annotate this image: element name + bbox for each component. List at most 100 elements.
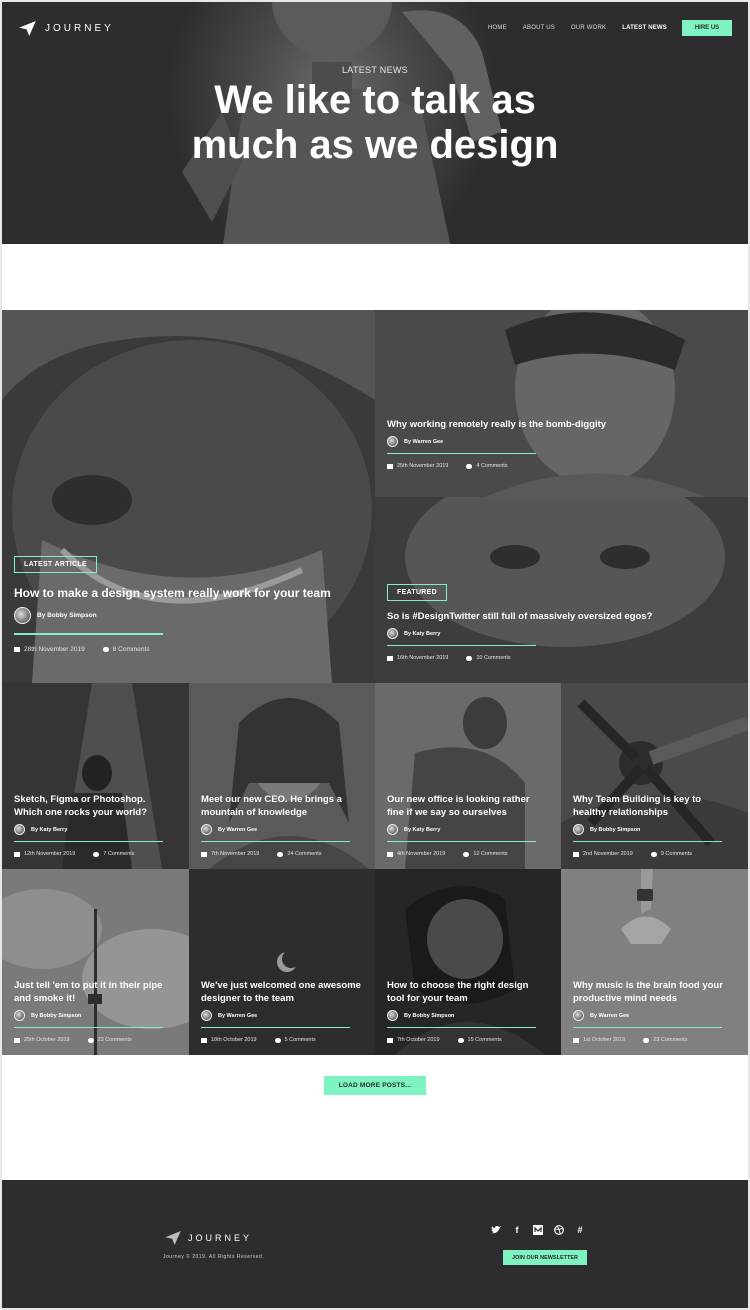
- author-name[interactable]: By Katy Berry: [31, 827, 67, 833]
- avatar: [387, 1010, 398, 1021]
- post-card[interactable]: Our new office is looking rather fine if…: [375, 683, 561, 869]
- avatar: [14, 824, 25, 835]
- post-card-featured-large[interactable]: LATEST ARTICLE How to make a design syst…: [2, 310, 375, 683]
- logo-text: JOURNEY: [45, 23, 114, 34]
- post-meta: 25th November 2019 4 Comments: [387, 463, 734, 469]
- post-title[interactable]: Why music is the brain food your product…: [573, 979, 734, 1005]
- post-title[interactable]: So is #DesignTwitter still full of massi…: [387, 610, 734, 623]
- author-name[interactable]: By Warren Gee: [590, 1013, 629, 1019]
- calendar-icon: [14, 647, 20, 652]
- post-card[interactable]: FEATURED So is #DesignTwitter still full…: [375, 497, 748, 683]
- nav-about-us[interactable]: ABOUT US: [523, 25, 555, 31]
- post-date: 16th November 2019: [397, 655, 449, 661]
- calendar-icon: [387, 463, 393, 469]
- post-comments[interactable]: 9 Comments: [661, 851, 692, 857]
- load-more-button[interactable]: LOAD MORE POSTS...: [324, 1076, 426, 1095]
- post-author: By Warren Gee: [201, 1010, 361, 1021]
- author-name[interactable]: By Bobby Simpson: [590, 827, 640, 833]
- post-title[interactable]: Why working remotely really is the bomb-…: [387, 418, 734, 431]
- post-author: By Bobby Simpson: [14, 607, 361, 624]
- calendar-icon: [201, 851, 207, 857]
- divider: [573, 841, 722, 842]
- hero-eyebrow: LATEST NEWS: [342, 65, 408, 75]
- site-logo[interactable]: JOURNEY: [19, 21, 114, 36]
- author-name[interactable]: By Bobby Simpson: [31, 1013, 81, 1019]
- nav-our-work[interactable]: OUR WORK: [571, 25, 606, 31]
- avatar: [14, 1010, 25, 1021]
- facebook-icon[interactable]: f: [512, 1225, 522, 1235]
- hero: JOURNEY HOME ABOUT US OUR WORK LATEST NE…: [2, 2, 748, 244]
- post-date: 25th October 2019: [24, 1037, 70, 1043]
- nav-home[interactable]: HOME: [488, 25, 507, 31]
- post-card[interactable]: Just tell 'em to put it in their pipe an…: [2, 869, 189, 1055]
- join-newsletter-button[interactable]: JOIN OUR NEWSLETTER: [503, 1250, 587, 1265]
- post-comments[interactable]: 24 Comments: [287, 851, 321, 857]
- post-title[interactable]: Our new office is looking rather fine if…: [387, 793, 547, 819]
- author-name[interactable]: By Katy Berry: [404, 827, 440, 833]
- post-comments[interactable]: 7 Comments: [103, 851, 134, 857]
- twitter-icon[interactable]: [491, 1225, 501, 1235]
- author-name[interactable]: By Warren Gee: [218, 827, 257, 833]
- slack-icon[interactable]: #: [575, 1225, 585, 1235]
- post-meta: 7th October 2019 15 Comments: [387, 1037, 547, 1043]
- post-comments[interactable]: 10 Comments: [476, 655, 510, 661]
- post-comments[interactable]: 8 Comments: [113, 646, 150, 653]
- comment-icon: [87, 1037, 94, 1043]
- post-card[interactable]: How to choose the right design tool for …: [375, 869, 561, 1055]
- post-comments[interactable]: 4 Comments: [476, 463, 507, 469]
- author-name[interactable]: By Katy Berry: [404, 631, 440, 637]
- post-card[interactable]: Why Team Building is key to healthy rela…: [561, 683, 748, 869]
- post-title[interactable]: Meet our new CEO. He brings a mountain o…: [201, 793, 361, 819]
- post-title[interactable]: Sketch, Figma or Photoshop. Which one ro…: [14, 793, 175, 819]
- post-author: By Warren Gee: [387, 436, 734, 447]
- calendar-icon: [387, 655, 393, 661]
- divider: [387, 841, 536, 842]
- post-card[interactable]: Meet our new CEO. He brings a mountain o…: [189, 683, 375, 869]
- post-title[interactable]: Just tell 'em to put it in their pipe an…: [14, 979, 175, 1005]
- footer-logo-text: JOURNEY: [188, 1233, 253, 1243]
- post-card[interactable]: Sketch, Figma or Photoshop. Which one ro…: [2, 683, 189, 869]
- avatar: [387, 436, 398, 447]
- post-meta: 7th November 2019 24 Comments: [201, 851, 361, 857]
- avatar: [201, 824, 212, 835]
- author-name[interactable]: By Warren Gee: [404, 439, 443, 445]
- post-meta: 12th November 2019 7 Comments: [14, 851, 175, 857]
- post-comments[interactable]: 12 Comments: [473, 851, 507, 857]
- post-author: By Bobby Simpson: [387, 1010, 547, 1021]
- dribbble-icon[interactable]: [554, 1225, 564, 1235]
- comment-icon: [274, 1037, 281, 1043]
- post-title[interactable]: Why Team Building is key to healthy rela…: [573, 793, 734, 819]
- author-name[interactable]: By Warren Gee: [218, 1013, 257, 1019]
- hero-title: We like to talk as much as we design: [2, 78, 748, 168]
- post-comments[interactable]: 15 Comments: [468, 1037, 502, 1043]
- divider: [387, 645, 536, 646]
- post-comments[interactable]: 23 Comments: [653, 1037, 687, 1043]
- medium-icon[interactable]: [533, 1225, 543, 1235]
- post-card[interactable]: We've just welcomed one awesome designer…: [189, 869, 375, 1055]
- page: JOURNEY HOME ABOUT US OUR WORK LATEST NE…: [2, 2, 748, 1308]
- post-title[interactable]: How to choose the right design tool for …: [387, 979, 547, 1005]
- post-date: 25th November 2019: [397, 463, 449, 469]
- post-meta: 18th October 2019 5 Comments: [201, 1037, 361, 1043]
- author-name[interactable]: By Bobby Simpson: [37, 612, 97, 619]
- post-meta: 2nd November 2019 9 Comments: [573, 851, 734, 857]
- post-title[interactable]: We've just welcomed one awesome designer…: [201, 979, 361, 1005]
- footer-logo[interactable]: JOURNEY: [165, 1231, 252, 1245]
- avatar: [14, 607, 31, 624]
- comment-icon: [650, 851, 657, 857]
- divider: [14, 841, 163, 842]
- post-card[interactable]: Why music is the brain food your product…: [561, 869, 748, 1055]
- post-meta: 4th November 2019 12 Comments: [387, 851, 547, 857]
- post-card[interactable]: Why working remotely really is the bomb-…: [375, 310, 748, 497]
- nav-latest-news[interactable]: LATEST NEWS: [622, 25, 667, 31]
- divider: [14, 1027, 163, 1028]
- calendar-icon: [201, 1037, 207, 1043]
- post-title[interactable]: How to make a design system really work …: [14, 585, 361, 601]
- post-comments[interactable]: 23 Comments: [98, 1037, 132, 1043]
- post-comments[interactable]: 5 Comments: [285, 1037, 316, 1043]
- comment-icon: [457, 1037, 464, 1043]
- author-name[interactable]: By Bobby Simpson: [404, 1013, 454, 1019]
- divider: [387, 453, 536, 454]
- calendar-icon: [573, 1037, 579, 1043]
- hire-us-button[interactable]: HIRE US: [682, 20, 732, 36]
